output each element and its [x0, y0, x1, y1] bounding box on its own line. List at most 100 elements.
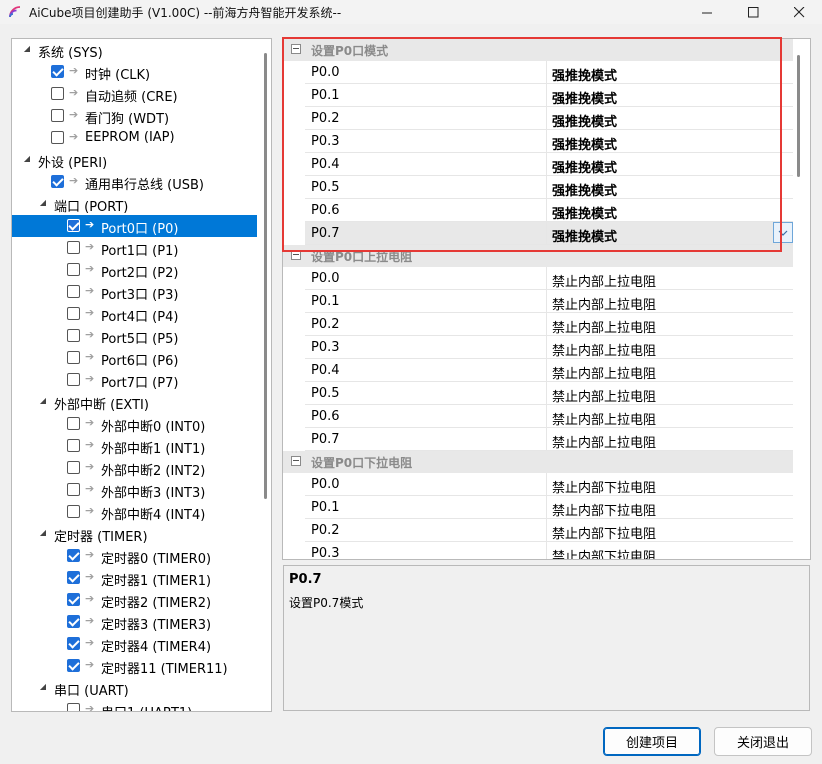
expand-triangle-icon[interactable]: ◢	[38, 682, 48, 692]
tree-item-checkbox[interactable]	[51, 109, 64, 122]
tree-item[interactable]: ➔ 定时器0 (TIMER0)	[12, 545, 257, 567]
tree-item-checkbox[interactable]	[51, 131, 64, 144]
tree-item-checkbox[interactable]	[67, 373, 80, 386]
value-dropdown-button[interactable]	[773, 222, 793, 243]
tree-item[interactable]: ➔ Port1口 (P1)	[12, 237, 257, 259]
tree-item[interactable]: ➔ 定时器4 (TIMER4)	[12, 633, 257, 655]
property-row[interactable]: P0.4 强推挽模式	[305, 153, 793, 176]
expand-triangle-icon[interactable]: ◢	[22, 44, 32, 54]
property-row[interactable]: P0.5 强推挽模式	[305, 176, 793, 199]
tree-group[interactable]: ◢ 端口 (PORT)	[12, 193, 257, 215]
tree-item[interactable]: ➔ EEPROM (IAP)	[12, 127, 257, 149]
property-value[interactable]: 禁止内部上拉电阻	[552, 432, 656, 451]
property-grid[interactable]: 设置P0口模式 P0.0 强推挽模式 P0.1 强推挽模式 P0.2 强推挽模式 P0.3 强推…	[282, 38, 811, 560]
tree-group[interactable]: ◢ 定时器 (TIMER)	[12, 523, 257, 545]
property-value[interactable]: 禁止内部下拉电阻	[552, 546, 656, 559]
property-row[interactable]: P0.5 禁止内部上拉电阻	[305, 382, 793, 405]
expand-triangle-icon[interactable]: ◢	[38, 528, 48, 538]
property-value[interactable]: 强推挽模式	[552, 180, 617, 199]
property-value[interactable]: 强推挽模式	[552, 88, 617, 107]
property-row[interactable]: P0.1 禁止内部下拉电阻	[305, 496, 793, 519]
tree-item-checkbox[interactable]	[67, 285, 80, 298]
tree-item-checkbox[interactable]	[67, 219, 80, 232]
tree-item[interactable]: ➔ 外部中断3 (INT3)	[12, 479, 257, 501]
property-row[interactable]: P0.3 强推挽模式	[305, 130, 793, 153]
property-row[interactable]: P0.3 禁止内部下拉电阻	[305, 542, 793, 559]
tree-item-checkbox[interactable]	[67, 593, 80, 606]
tree-item[interactable]: ➔ 通用串行总线 (USB)	[12, 171, 257, 193]
tree-item-checkbox[interactable]	[51, 65, 64, 78]
property-category[interactable]: 设置P0口下拉电阻	[283, 451, 793, 473]
property-value[interactable]: 强推挽模式	[552, 226, 617, 245]
property-value[interactable]: 强推挽模式	[552, 203, 617, 222]
collapse-minus-icon[interactable]	[291, 44, 301, 54]
tree-item-checkbox[interactable]	[51, 175, 64, 188]
tree-item-checkbox[interactable]	[67, 571, 80, 584]
property-row[interactable]: P0.2 禁止内部上拉电阻	[305, 313, 793, 336]
tree-item[interactable]: ➔ 串口1 (UART1)	[12, 699, 257, 711]
property-row[interactable]: P0.4 禁止内部上拉电阻	[305, 359, 793, 382]
property-row[interactable]: P0.0 禁止内部下拉电阻	[305, 473, 793, 496]
tree-group[interactable]: ◢ 外设 (PERI)	[12, 149, 257, 171]
property-value[interactable]: 强推挽模式	[552, 157, 617, 176]
tree-item-checkbox[interactable]	[67, 351, 80, 364]
property-row[interactable]: P0.1 强推挽模式	[305, 84, 793, 107]
create-project-button[interactable]: 创建项目	[603, 727, 701, 756]
property-value[interactable]: 强推挽模式	[552, 134, 617, 153]
property-value[interactable]: 禁止内部上拉电阻	[552, 271, 656, 290]
tree-item[interactable]: ➔ Port0口 (P0)	[12, 215, 257, 237]
tree-item-checkbox[interactable]	[67, 637, 80, 650]
property-value[interactable]: 强推挽模式	[552, 65, 617, 84]
property-category[interactable]: 设置P0口上拉电阻	[283, 245, 793, 267]
tree-item[interactable]: ➔ Port2口 (P2)	[12, 259, 257, 281]
property-row[interactable]: P0.0 强推挽模式	[305, 61, 793, 84]
property-value[interactable]: 禁止内部下拉电阻	[552, 500, 656, 519]
tree-item[interactable]: ➔ 外部中断1 (INT1)	[12, 435, 257, 457]
tree-item-checkbox[interactable]	[67, 505, 80, 518]
expand-triangle-icon[interactable]: ◢	[38, 396, 48, 406]
property-value[interactable]: 禁止内部上拉电阻	[552, 317, 656, 336]
property-row[interactable]: P0.3 禁止内部上拉电阻	[305, 336, 793, 359]
tree-item-checkbox[interactable]	[67, 263, 80, 276]
tree-item[interactable]: ➔ 定时器11 (TIMER11)	[12, 655, 257, 677]
tree-item[interactable]: ➔ Port3口 (P3)	[12, 281, 257, 303]
property-value[interactable]: 禁止内部上拉电阻	[552, 409, 656, 428]
property-row[interactable]: P0.7 强推挽模式	[305, 222, 793, 245]
collapse-minus-icon[interactable]	[291, 250, 301, 260]
tree-item[interactable]: ➔ 自动追频 (CRE)	[12, 83, 257, 105]
expand-triangle-icon[interactable]: ◢	[22, 154, 32, 164]
tree-item[interactable]: ➔ Port6口 (P6)	[12, 347, 257, 369]
property-row[interactable]: P0.6 禁止内部上拉电阻	[305, 405, 793, 428]
tree-item[interactable]: ➔ 外部中断2 (INT2)	[12, 457, 257, 479]
tree-item[interactable]: ➔ 外部中断0 (INT0)	[12, 413, 257, 435]
property-value[interactable]: 禁止内部上拉电阻	[552, 340, 656, 359]
tree-group[interactable]: ◢ 外部中断 (EXTI)	[12, 391, 257, 413]
property-value[interactable]: 禁止内部下拉电阻	[552, 477, 656, 496]
tree-item[interactable]: ➔ 外部中断4 (INT4)	[12, 501, 257, 523]
tree-item[interactable]: ➔ 定时器2 (TIMER2)	[12, 589, 257, 611]
grid-scrollbar-thumb[interactable]	[797, 55, 800, 177]
peripheral-tree[interactable]: ◢ 系统 (SYS) ➔ 时钟 (CLK) ➔ 自动追频 (CRE) ➔ 看门狗 (WDT) ➔…	[11, 38, 272, 712]
property-category[interactable]: 设置P0口模式	[283, 39, 793, 61]
expand-triangle-icon[interactable]: ◢	[38, 198, 48, 208]
tree-item[interactable]: ➔ Port7口 (P7)	[12, 369, 257, 391]
property-row[interactable]: P0.2 强推挽模式	[305, 107, 793, 130]
tree-item[interactable]: ➔ 定时器3 (TIMER3)	[12, 611, 257, 633]
property-row[interactable]: P0.1 禁止内部上拉电阻	[305, 290, 793, 313]
tree-item-checkbox[interactable]	[67, 439, 80, 452]
property-value[interactable]: 禁止内部上拉电阻	[552, 294, 656, 313]
tree-item-checkbox[interactable]	[67, 461, 80, 474]
tree-item-checkbox[interactable]	[67, 483, 80, 496]
collapse-minus-icon[interactable]	[291, 456, 301, 466]
minimize-button[interactable]	[684, 0, 730, 24]
tree-item-checkbox[interactable]	[67, 241, 80, 254]
close-button[interactable]	[776, 0, 822, 24]
tree-item-checkbox[interactable]	[51, 87, 64, 100]
tree-item-checkbox[interactable]	[67, 417, 80, 430]
tree-item-checkbox[interactable]	[67, 549, 80, 562]
property-value[interactable]: 禁止内部上拉电阻	[552, 363, 656, 382]
tree-scrollbar[interactable]	[259, 39, 271, 711]
tree-item[interactable]: ➔ Port5口 (P5)	[12, 325, 257, 347]
maximize-button[interactable]	[730, 0, 776, 24]
tree-item-checkbox[interactable]	[67, 615, 80, 628]
